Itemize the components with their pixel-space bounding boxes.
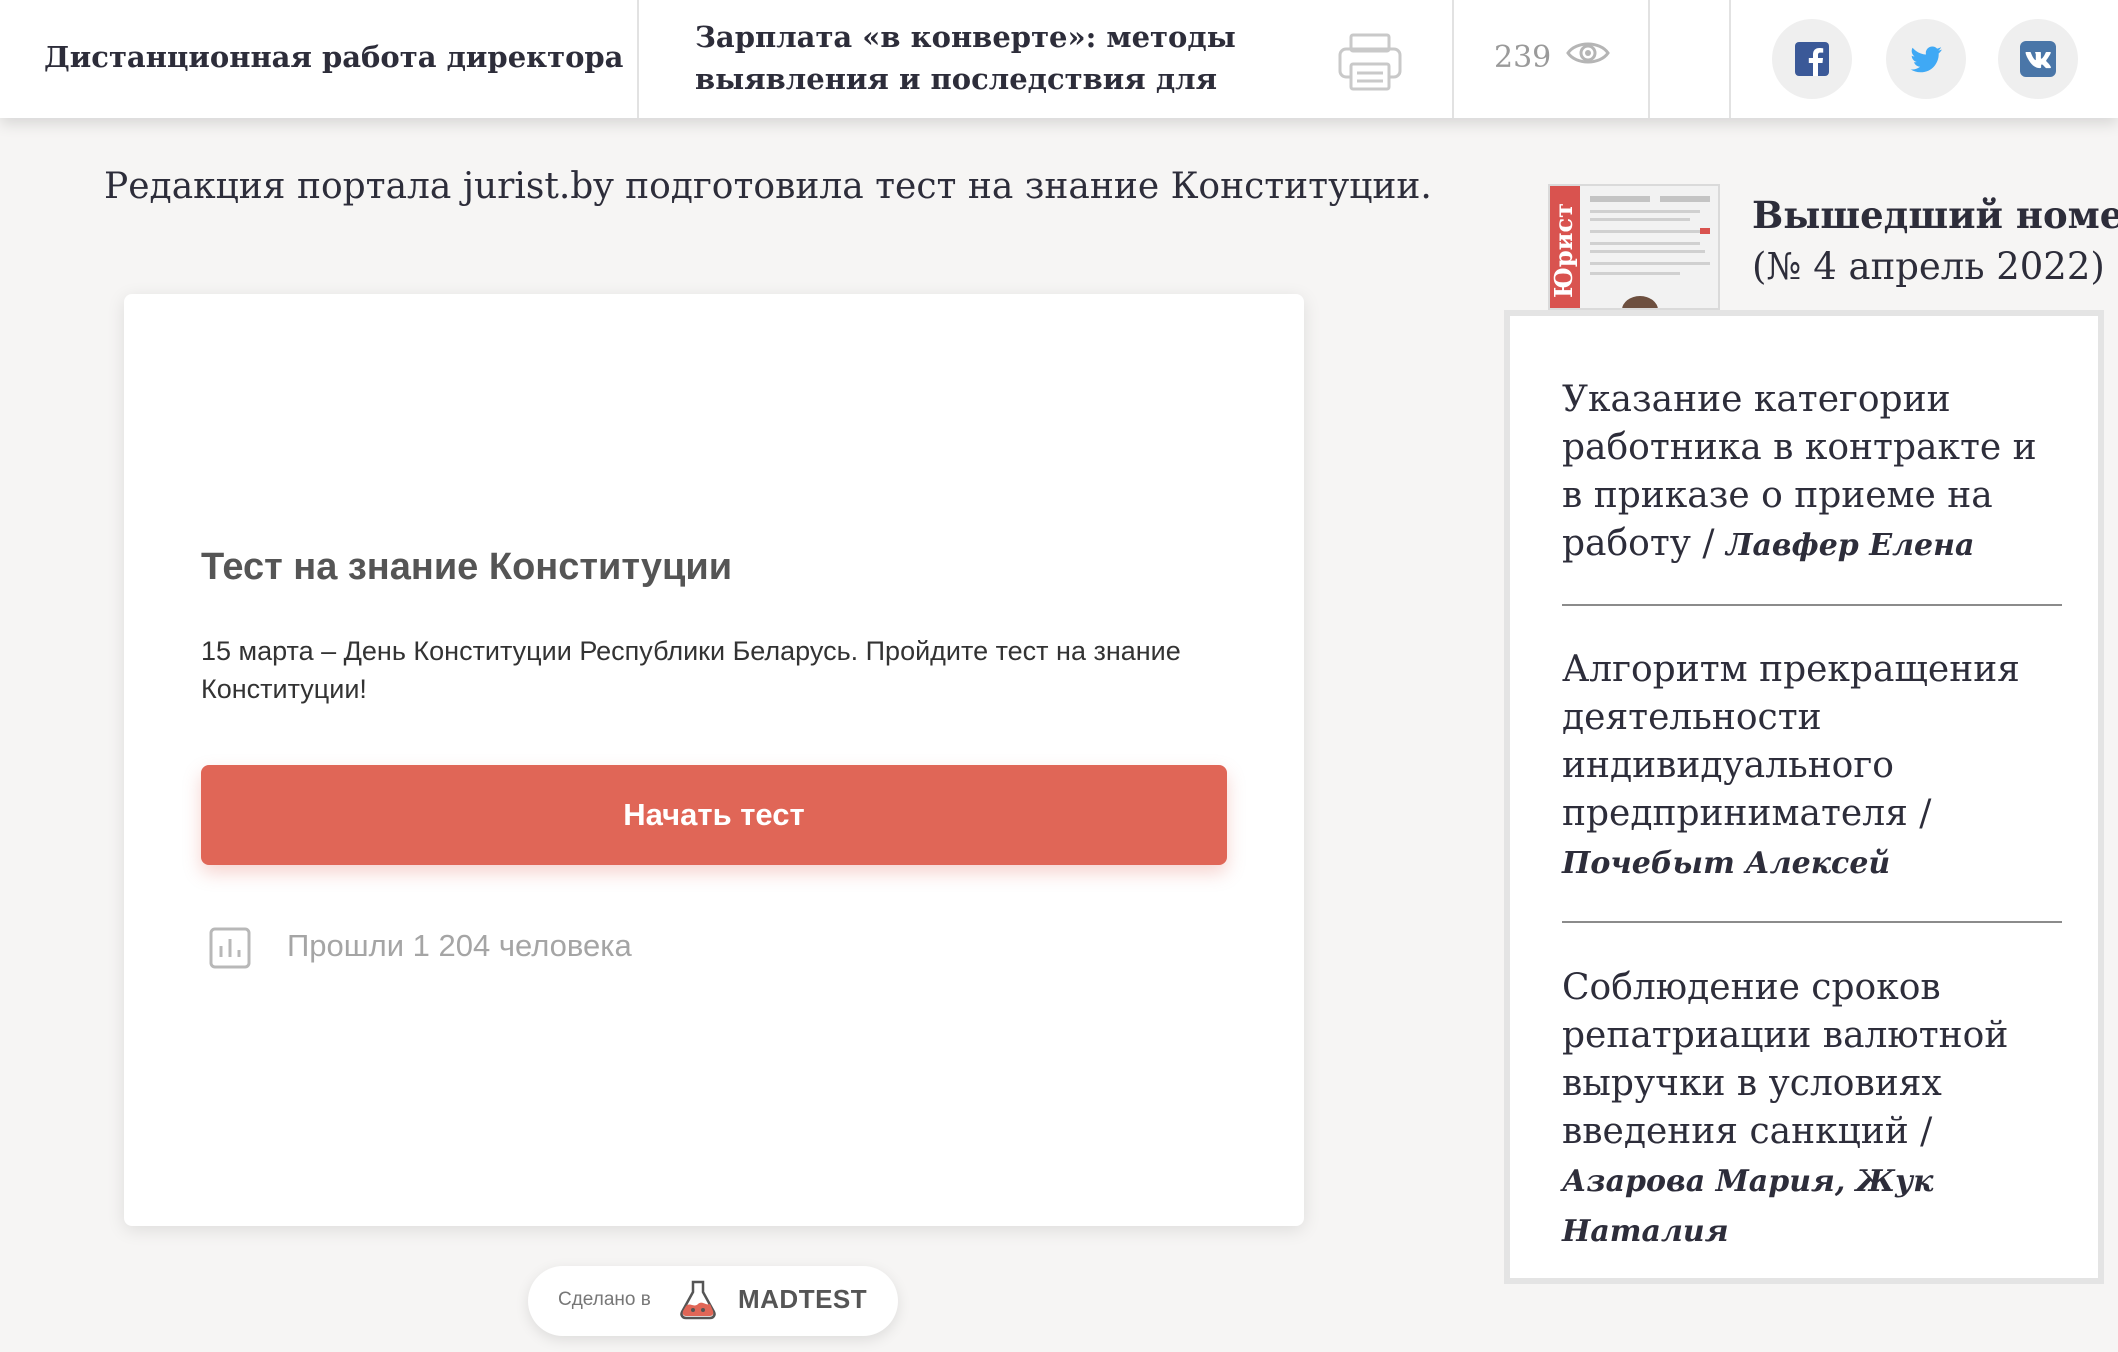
quiz-description: 15 марта – День Конституции Республики Б…	[201, 636, 1181, 704]
share-facebook-button[interactable]	[1772, 19, 1852, 99]
printer-icon[interactable]	[1337, 32, 1403, 92]
prev-article-link[interactable]: Дистанционная работа директора	[0, 0, 639, 118]
article-title[interactable]: Алгоритм прекращения деятельности индиви…	[1562, 649, 2020, 834]
issue-title[interactable]: Вышедший номер	[1752, 190, 2118, 241]
article-intro: Редакция портала jurist.by подготовила т…	[104, 166, 1432, 207]
start-quiz-button[interactable]: Начать тест	[201, 765, 1227, 865]
next-article-title[interactable]: Зарплата «в конверте»: методы выявления …	[695, 16, 1255, 100]
issue-article-2[interactable]: Алгоритм прекращения деятельности индиви…	[1562, 646, 2062, 888]
madtest-brand: MADTEST	[738, 1284, 868, 1314]
stats-chart-icon	[209, 927, 251, 969]
magazine-cover-icon: Юрист	[1550, 186, 1718, 308]
quiz-title: Тест на знание Конституции	[201, 546, 733, 588]
article-author[interactable]: Азарова Мария, Жук Наталия	[1562, 1164, 1933, 1249]
cover-logo-text: Юрист	[1550, 203, 1578, 298]
quiz-widget: Тест на знание Конституции 15 марта – Де…	[124, 294, 1304, 1226]
share-vk-button[interactable]	[1998, 19, 2078, 99]
header-spacer	[1650, 0, 1731, 118]
madtest-badge[interactable]: Сделано в MADTEST	[528, 1266, 898, 1336]
eye-icon	[1566, 42, 1610, 64]
sticky-header: Дистанционная работа директора Зарплата …	[0, 0, 2118, 118]
article-author[interactable]: Лавфер Елена	[1726, 528, 1974, 563]
article-divider	[1562, 921, 2062, 923]
issue-cover-image[interactable]: Юрист	[1548, 184, 1720, 310]
article-separator: /	[1907, 793, 1932, 834]
issue-articles-box: Указание категории работника в контракте…	[1504, 310, 2104, 1284]
quiz-participants: Прошли 1 204 человека	[287, 928, 632, 963]
twitter-icon	[1910, 46, 1942, 73]
share-twitter-button[interactable]	[1886, 19, 1966, 99]
views-counter: 239	[1454, 0, 1650, 118]
facebook-icon	[1795, 42, 1829, 76]
prev-article-title[interactable]: Дистанционная работа директора	[44, 40, 623, 74]
madtest-logo-icon	[680, 1280, 716, 1320]
issue-heading[interactable]: Вышедший номер (№ 4 апрель 2022)	[1752, 190, 2118, 292]
vk-icon	[2020, 41, 2056, 77]
article-separator: /	[1908, 1111, 1933, 1152]
article-divider	[1562, 604, 2062, 606]
issue-article-1[interactable]: Указание категории работника в контракте…	[1562, 376, 2062, 570]
article-author[interactable]: Почебыт Алексей	[1562, 846, 1890, 881]
next-article-link[interactable]: Зарплата «в конверте»: методы выявления …	[639, 0, 1454, 118]
issue-article-3[interactable]: Соблюдение сроков репатриации валютной в…	[1562, 964, 2062, 1256]
made-in-label: Сделано в	[558, 1289, 651, 1310]
views-count: 239	[1494, 40, 1552, 75]
article-separator: /	[1690, 523, 1726, 564]
article-title[interactable]: Соблюдение сроков репатриации валютной в…	[1562, 967, 2008, 1152]
issue-number[interactable]: (№ 4 апрель 2022)	[1752, 241, 2118, 292]
